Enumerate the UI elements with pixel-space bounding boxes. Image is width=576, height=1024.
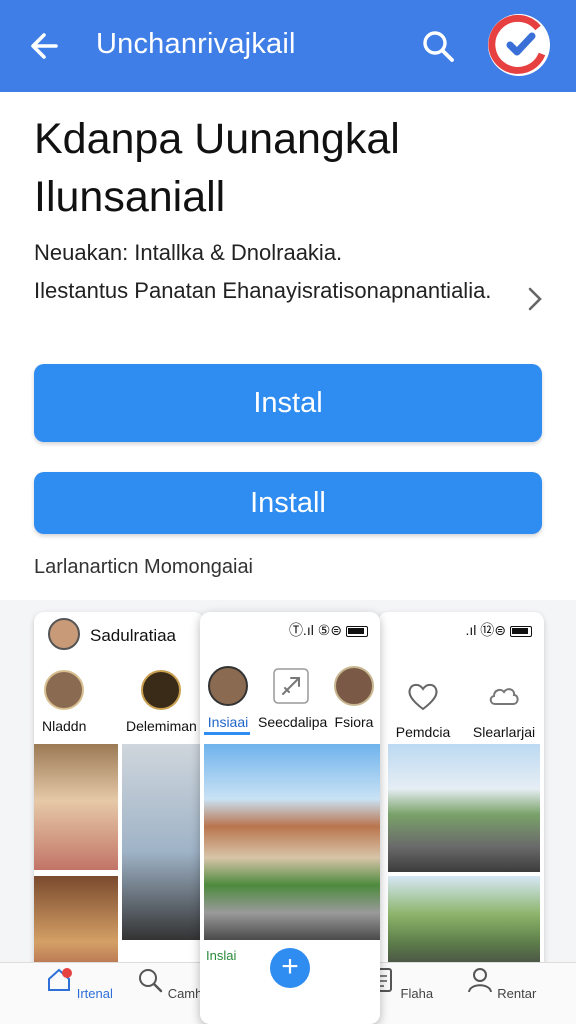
app-subtitle-line1: Neuakan: Intallka & Dnolraakia. xyxy=(34,240,343,265)
story-item[interactable]: Seecdalipa xyxy=(258,666,327,730)
install-button[interactable]: Instal xyxy=(34,364,542,442)
nav-item-home[interactable]: Irtenal xyxy=(34,966,124,1001)
story-item[interactable]: Fsiora xyxy=(328,666,380,730)
battery-icon xyxy=(346,625,368,637)
home-icon xyxy=(48,968,73,991)
app-subtitle-line2: Ilestantus Panatan Ehanayisratisonapnant… xyxy=(34,278,492,303)
arrow-left-icon[interactable] xyxy=(26,26,66,66)
avatar xyxy=(208,666,248,706)
search-icon xyxy=(139,969,163,993)
bottom-label: Inslai xyxy=(206,948,237,963)
install-button-secondary[interactable]: Install xyxy=(34,472,542,534)
story-item[interactable]: Insiaai xyxy=(202,666,254,730)
profile-name: Sadulratiaa xyxy=(90,626,177,645)
cloud-icon xyxy=(489,688,519,705)
nav-item-profile[interactable]: Rentar xyxy=(456,966,546,1001)
photo-tile[interactable] xyxy=(388,744,540,872)
search-icon[interactable] xyxy=(418,26,458,66)
avatar xyxy=(44,670,85,710)
app-logo-icon[interactable] xyxy=(488,14,550,76)
active-tab-indicator xyxy=(204,732,250,735)
status-bar: Ⓣ.ıl ⑤⊜ xyxy=(289,620,368,640)
photo-tile[interactable] xyxy=(388,876,540,972)
screenshot-carousel[interactable]: Sadulratiaa Nladdn Delemiman .ıl ⑫⊜ Pemd… xyxy=(0,600,576,1024)
story-item[interactable]: Pemdcia xyxy=(384,676,462,740)
story-item[interactable]: Slearlarjai xyxy=(464,676,544,740)
photo-tile[interactable] xyxy=(204,744,380,940)
status-bar: .ıl ⑫⊜ xyxy=(465,620,532,640)
photo-tile[interactable] xyxy=(34,744,118,870)
heart-icon xyxy=(408,683,438,711)
chevron-right-icon[interactable] xyxy=(522,284,548,314)
avatar xyxy=(141,670,182,710)
story-item[interactable]: Delemiman xyxy=(126,670,197,734)
story-item[interactable]: Nladdn xyxy=(42,670,86,734)
app-headline: Kdanpa Uunangkal Ilunsaniall xyxy=(34,115,400,221)
app-bar: Unchanrivajkail xyxy=(0,0,576,92)
rocket-icon xyxy=(273,668,309,704)
add-button[interactable]: + xyxy=(270,948,310,988)
avatar xyxy=(48,618,80,650)
avatar xyxy=(334,666,374,706)
battery-icon xyxy=(510,625,532,637)
screenshots-section-title: Larlanarticn Momongaiai xyxy=(34,556,254,578)
profile-icon xyxy=(467,968,492,993)
photo-tile[interactable] xyxy=(122,744,204,940)
app-bar-title: Unchanrivajkail xyxy=(96,28,296,60)
